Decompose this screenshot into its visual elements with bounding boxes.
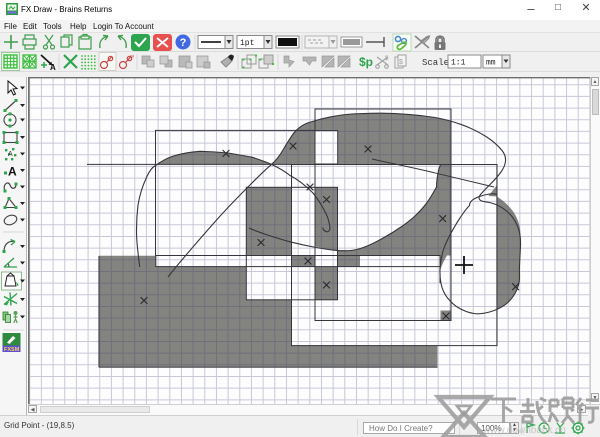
svg-text:$: $	[385, 56, 389, 62]
svg-text:Scale: Scale	[422, 58, 449, 68]
svg-text:$: $	[399, 59, 403, 66]
svg-text:1pt: 1pt	[240, 39, 254, 48]
svg-text:FXSM: FXSM	[4, 347, 20, 353]
svg-text:A: A	[8, 165, 17, 179]
svg-text:A: A	[50, 63, 56, 72]
svg-text:?: ?	[180, 37, 187, 49]
svg-text:$p: $p	[359, 55, 373, 69]
svg-text:∞: ∞	[130, 54, 134, 60]
svg-text:A: A	[8, 151, 13, 158]
svg-text:1:1: 1:1	[451, 59, 466, 68]
svg-text:www.downbank.cn: www.downbank.cn	[482, 425, 566, 436]
svg-text:mm: mm	[486, 59, 496, 68]
